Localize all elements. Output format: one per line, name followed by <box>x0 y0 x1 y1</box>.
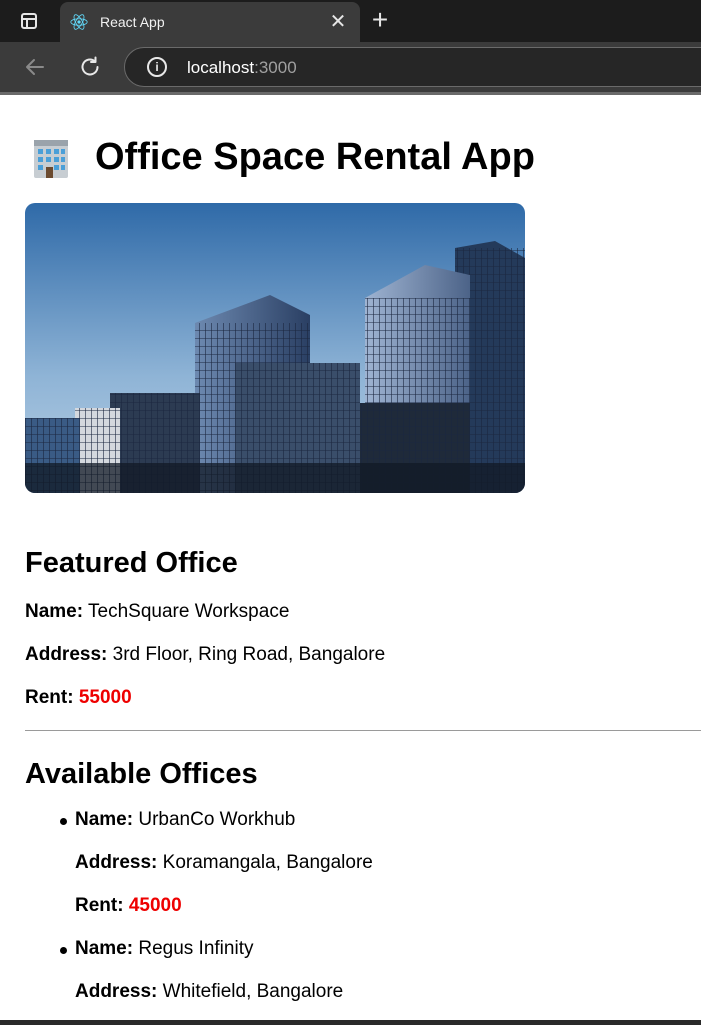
office-name: UrbanCo Workhub <box>138 809 296 830</box>
offices-list: Name: UrbanCo Workhub Address: Koramanga… <box>25 809 701 1003</box>
back-arrow-icon[interactable] <box>21 53 49 81</box>
new-tab-icon[interactable]: + <box>366 6 394 34</box>
rent-value: 45000 <box>128 895 182 916</box>
react-logo-icon <box>70 13 88 31</box>
address-label: Address: <box>75 852 158 873</box>
address-label: Address: <box>25 644 108 665</box>
office-address: Koramangala, Bangalore <box>162 852 373 873</box>
address-bar[interactable]: i localhost:3000 <box>124 47 701 87</box>
name-label: Name: <box>25 601 84 622</box>
browser-toolbar: i localhost:3000 <box>0 42 701 92</box>
url-port: :3000 <box>254 58 297 77</box>
close-tab-icon[interactable]: ✕ <box>326 10 350 34</box>
page-title-text: Office Space Rental App <box>95 135 535 178</box>
list-item: Name: Regus Infinity Address: Whitefield… <box>25 938 701 1003</box>
name-label: Name: <box>75 938 134 959</box>
featured-office-heading: Featured Office <box>25 547 238 579</box>
available-offices-heading: Available Offices <box>25 758 258 790</box>
tab-actions-button[interactable] <box>0 0 58 42</box>
name-label: Name: <box>75 809 134 830</box>
browser-tab-bar: React App ✕ + <box>0 0 701 42</box>
page-title: Office Space Rental App <box>25 132 701 182</box>
featured-rent-field: Rent: 55000 <box>25 687 701 709</box>
office-address-field: Address: Whitefield, Bangalore <box>75 981 701 1003</box>
office-name-field: Name: UrbanCo Workhub <box>75 809 701 831</box>
office-address: 3rd Floor, Ring Road, Bangalore <box>112 644 386 665</box>
section-divider <box>25 730 701 731</box>
window-icon <box>21 13 37 29</box>
list-item: Name: UrbanCo Workhub Address: Koramanga… <box>25 809 701 917</box>
office-address-field: Address: Koramangala, Bangalore <box>75 852 701 874</box>
office-name: Regus Infinity <box>138 938 254 959</box>
office-buildings-image <box>25 203 525 493</box>
tab-title: React App <box>100 14 165 30</box>
office-name: TechSquare Workspace <box>88 601 290 622</box>
page-content: Office Space Rental App Featured Office … <box>25 95 701 1003</box>
reload-icon[interactable] <box>76 53 104 81</box>
rent-value: 55000 <box>78 687 132 708</box>
office-address: Whitefield, Bangalore <box>162 981 344 1002</box>
rent-label: Rent: <box>75 895 124 916</box>
featured-name-field: Name: TechSquare Workspace <box>25 601 701 623</box>
site-info-icon[interactable]: i <box>147 57 167 77</box>
window-bottom-edge <box>0 1020 701 1025</box>
bullet-icon <box>60 947 67 954</box>
address-label: Address: <box>75 981 158 1002</box>
url-host: localhost <box>187 58 255 77</box>
featured-office: Name: TechSquare Workspace Address: 3rd … <box>25 601 701 709</box>
office-name-field: Name: Regus Infinity <box>75 938 701 960</box>
office-building-icon <box>34 140 68 178</box>
office-rent-field: Rent: 45000 <box>75 895 701 917</box>
rent-label: Rent: <box>25 687 74 708</box>
bullet-icon <box>60 818 67 825</box>
url-text: localhost:3000 <box>187 58 297 78</box>
browser-tab[interactable]: React App ✕ <box>60 2 360 42</box>
featured-address-field: Address: 3rd Floor, Ring Road, Bangalore <box>25 644 701 666</box>
